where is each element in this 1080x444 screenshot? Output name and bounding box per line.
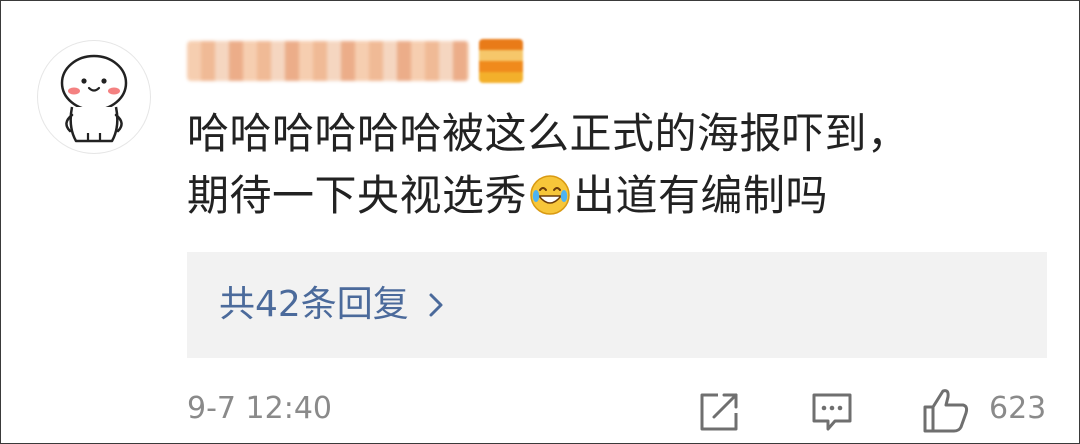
username-blurred[interactable] xyxy=(187,39,523,83)
vip-badge-icon xyxy=(479,39,523,83)
laughing-tears-emoji-icon xyxy=(530,175,570,215)
share-button[interactable] xyxy=(696,389,742,435)
comment-icon xyxy=(812,393,852,431)
thumbs-up-icon xyxy=(923,389,969,433)
replies-panel: 共42条回复 xyxy=(187,252,1047,358)
username-pixelated xyxy=(187,41,469,81)
avatar-cartoon-icon xyxy=(60,54,128,143)
like-count: 623 xyxy=(989,391,1047,426)
chevron-right-icon xyxy=(429,293,443,317)
comment-text: 哈哈哈哈哈哈被这么正式的海报吓到， 期待一下央视选秀 出道有编制吗 xyxy=(187,103,1007,227)
share-icon xyxy=(700,393,738,431)
comment-line-2: 期待一下央视选秀 出道有编制吗 xyxy=(187,165,1007,227)
comment-timestamp: 9-7 12:40 xyxy=(187,391,332,426)
view-replies-link[interactable]: 共42条回复 xyxy=(219,282,445,328)
comment-card: 哈哈哈哈哈哈被这么正式的海报吓到， 期待一下央视选秀 出道有编制吗 共42条回复… xyxy=(0,0,1080,444)
replies-count-label: 共42条回复 xyxy=(219,284,409,325)
comment-line-2-part-2: 出道有编制吗 xyxy=(573,171,829,220)
comment-line-1: 哈哈哈哈哈哈被这么正式的海报吓到， xyxy=(187,109,910,158)
user-avatar[interactable] xyxy=(38,41,150,153)
comment-button[interactable] xyxy=(809,389,855,435)
comment-line-2-part-1: 期待一下央视选秀 xyxy=(187,171,528,220)
like-button[interactable] xyxy=(919,385,971,435)
